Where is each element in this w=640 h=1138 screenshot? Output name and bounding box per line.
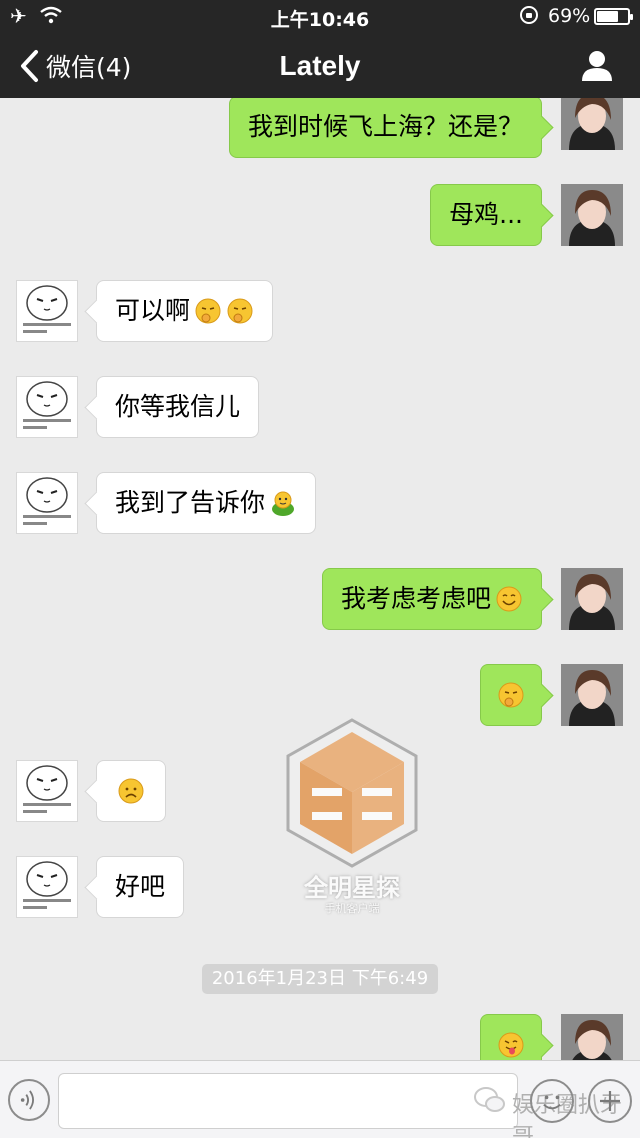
- contact-message-bubble[interactable]: 你等我信儿: [96, 376, 260, 438]
- contact-message-bubble[interactable]: 好吧: [96, 856, 185, 918]
- status-time: 上午10:46: [270, 9, 370, 31]
- watermark-logo-icon: [286, 718, 418, 868]
- message-text: 你等我信儿: [115, 392, 241, 421]
- watermark: 全明星探 手机客户端: [282, 718, 422, 918]
- status-bar: ✈ 上午10:46 69%: [0, 0, 640, 34]
- profile-icon[interactable]: [580, 48, 614, 82]
- my-message-bubble[interactable]: [480, 1014, 542, 1060]
- rotation-lock-icon: [520, 6, 538, 24]
- contact-message-bubble[interactable]: 可以啊: [96, 280, 274, 342]
- contact-avatar[interactable]: [16, 280, 78, 342]
- sad-emoji-icon: [118, 778, 144, 804]
- my-message-bubble[interactable]: 我到时候飞上海？还是？: [228, 98, 542, 158]
- nav-bar: 微信(4) Lately: [0, 34, 640, 98]
- message-text: 我考虑考虑吧: [340, 584, 491, 613]
- contact-avatar[interactable]: [16, 472, 78, 534]
- chat-title: Lately: [279, 50, 361, 81]
- message-text: 可以啊: [115, 296, 191, 325]
- frog-emoji-icon: [272, 491, 295, 516]
- my-message-bubble[interactable]: 我考虑考虑吧: [321, 568, 542, 630]
- my-message-bubble[interactable]: 母鸡...: [430, 184, 542, 246]
- top-bar: ✈ 上午10:46 69% 微信(4) Lately: [0, 0, 640, 98]
- timestamp: 2016年1月23日 下午6:49: [202, 964, 438, 994]
- contact-avatar[interactable]: [16, 760, 78, 822]
- smile-emoji-icon: [496, 586, 522, 612]
- my-avatar[interactable]: [561, 98, 623, 150]
- message-text: 好吧: [115, 872, 166, 901]
- my-avatar[interactable]: [561, 664, 623, 726]
- contact-avatar[interactable]: [16, 376, 78, 438]
- input-bar: 娱乐圈扒牙哥: [0, 1060, 640, 1138]
- contact-avatar[interactable]: [16, 856, 78, 918]
- thinking-emoji-icon: [498, 682, 524, 708]
- voice-icon[interactable]: [8, 1079, 50, 1121]
- message-input[interactable]: [58, 1073, 518, 1129]
- thinking-emoji-icon: [227, 298, 253, 324]
- contact-message-bubble[interactable]: [96, 760, 166, 822]
- battery-icon: [594, 8, 633, 25]
- message-text: 母鸡...: [449, 200, 523, 229]
- emoji-icon[interactable]: [530, 1079, 574, 1123]
- thinking-emoji-icon: [195, 298, 221, 324]
- wechat-logo-icon: [474, 1087, 505, 1112]
- battery-fill: [597, 11, 618, 22]
- battery-percent: 69%: [548, 5, 591, 27]
- my-avatar[interactable]: [561, 1014, 623, 1060]
- message-text: 我到时候飞上海？还是？: [247, 112, 523, 141]
- my-avatar[interactable]: [561, 184, 623, 246]
- watermark-title: 全明星探: [304, 874, 400, 902]
- my-avatar[interactable]: [561, 568, 623, 630]
- watermark-subtitle: 手机客户端: [324, 902, 380, 915]
- tongue-emoji-icon: [498, 1032, 524, 1058]
- plus-icon[interactable]: [588, 1079, 632, 1123]
- contact-message-bubble[interactable]: 我到了告诉你: [96, 472, 317, 534]
- message-text: 我到了告诉你: [115, 488, 266, 517]
- my-message-bubble[interactable]: [480, 664, 542, 726]
